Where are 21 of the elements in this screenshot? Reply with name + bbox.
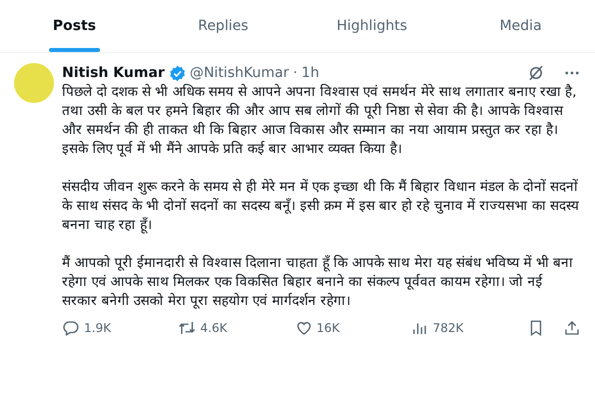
repost-button[interactable]: 4.6K (178, 319, 294, 337)
speech-bubble-icon (62, 319, 80, 337)
active-tab-indicator (48, 48, 100, 52)
profile-tab[interactable]: Media (496, 0, 546, 52)
author-name[interactable]: Nitish Kumar (62, 65, 165, 81)
post-paragraph: मैं आपको पूरी ईमानदारी से विश्वास दिलाना चाहता हूँ कि आपके साथ मेरा यह संबंध भविष्य में भी बना रहेगा एवं आपके साथ मिलकर एक विकसित बिहार बनाने का संकल्प पूर्ववत कायम रहेगा। जो नई सरकार बनेगी उसको मेरा पूरा सहयोग एवं मार्गदर्शन रहेगा। (62, 254, 574, 311)
profile-tab[interactable]: Replies (194, 0, 252, 52)
like-button[interactable]: 16K (294, 319, 411, 337)
heart-icon (294, 319, 312, 337)
post-time[interactable]: 1h (301, 65, 320, 81)
slashed-circle-icon[interactable] (527, 64, 545, 82)
profile-tab[interactable]: Posts (48, 0, 100, 52)
views-button[interactable]: 782K (410, 319, 527, 337)
author-handle[interactable]: @NitishKumar (190, 65, 289, 81)
post-paragraph: संसदीय जीवन शुरू करने के समय से ही मेरे मन में एक इच्छा थी कि मैं बिहार विधान मंडल के दोनों सदनों के साथ संसद के भी दोनों सदनों का सदस्य बनूँ। इसी क्रम में इस बार हो रहे चुनाव में राज्यसभा का सदस्य बनना चाह रहा हूँ। (62, 178, 580, 235)
reply-button[interactable]: 1.9K (62, 319, 178, 337)
repost-icon (178, 319, 196, 337)
post-paragraph: पिछले दो दशक से भी अधिक समय से आपने अपना विश्वास एवं समर्थन मेरे साथ लगातार बनाए रखा है, तथा उसी के बल पर हमने बिहार की और आप सब लोगों की पूरी निष्ठा से सेवा की है। आपके विश्वास और समर्थन की ही ताकत थी कि बिहार आज विकास और सम्मान का नया आयाम प्रस्तुत कर रहा है। इसके लिए पूर्व में भी मैंने आपके प्रति कई बार आभार व्यक्त किया है। (62, 83, 578, 159)
share-icon[interactable] (563, 319, 581, 337)
separator-dot: · (292, 65, 298, 81)
profile-tab[interactable]: Highlights (332, 0, 412, 52)
